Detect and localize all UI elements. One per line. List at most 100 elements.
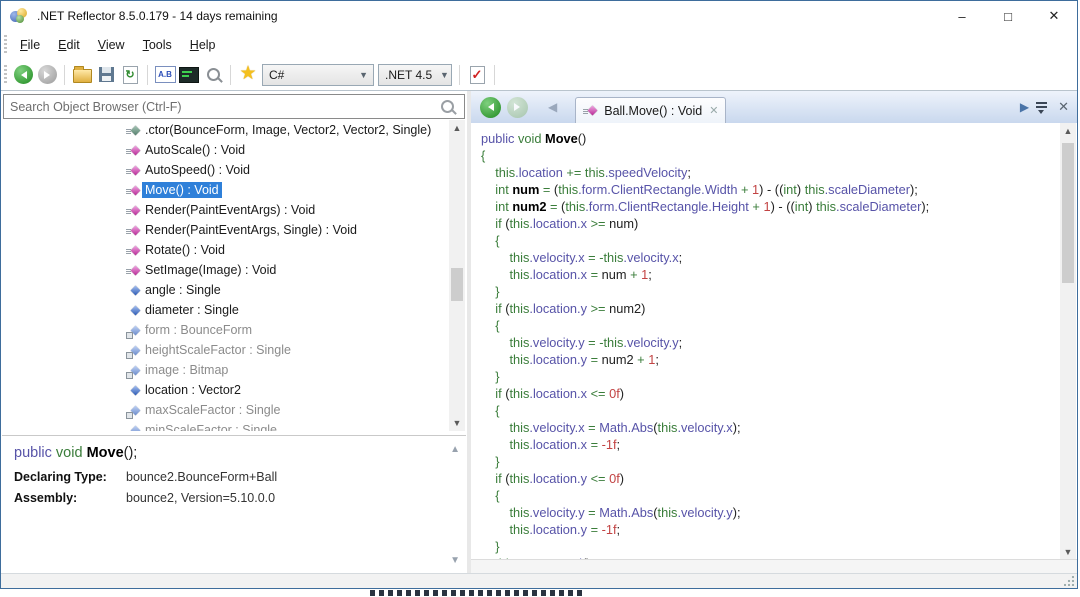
scroll-up-icon[interactable]: ▲	[450, 444, 460, 455]
tree-item[interactable]: Render(PaintEventArgs, Single) : Void	[2, 220, 466, 240]
menu-edit[interactable]: Edit	[49, 35, 89, 55]
scroll-down-icon[interactable]: ▼	[449, 415, 465, 431]
title-bar: .NET Reflector 8.5.0.179 - 14 days remai…	[1, 1, 1077, 31]
rename-button[interactable]: A.B	[153, 63, 177, 87]
favorites-star-icon: ★	[239, 64, 256, 83]
disassembler-button[interactable]	[177, 63, 201, 87]
tree-scrollbar-thumb[interactable]	[451, 268, 463, 301]
tree-item[interactable]: .ctor(BounceForm, Image, Vector2, Vector…	[2, 120, 466, 140]
menu-help[interactable]: Help	[181, 35, 225, 55]
app-window: .NET Reflector 8.5.0.179 - 14 days remai…	[0, 0, 1078, 589]
menu-view[interactable]: View	[89, 35, 134, 55]
scroll-up-icon[interactable]: ▲	[1060, 123, 1076, 139]
decompiled-source[interactable]: public void Move(){ this.location += thi…	[471, 123, 1077, 560]
maximize-button[interactable]: □	[985, 1, 1031, 31]
rename-ab-icon: A.B	[155, 66, 176, 83]
tree-item-label: Render(PaintEventArgs, Single) : Void	[142, 222, 360, 238]
declaring-type-label: Declaring Type:	[14, 470, 126, 484]
toolbar-separator	[230, 65, 231, 85]
open-button[interactable]	[70, 63, 94, 87]
search-input[interactable]: Search Object Browser (Ctrl-F)	[3, 94, 465, 119]
tree-item[interactable]: diameter : Single	[2, 300, 466, 320]
code-line: {	[481, 232, 1077, 249]
tree-item-label: AutoScale() : Void	[142, 142, 248, 158]
nav-forward-button[interactable]	[507, 97, 528, 118]
toolbar-grip[interactable]	[4, 65, 7, 85]
declaring-type-value: bounce2.BounceForm+Ball	[126, 470, 277, 484]
field-icon	[126, 383, 142, 398]
favorites-button[interactable]: ★	[236, 63, 260, 87]
check-updates-button[interactable]: ✓	[465, 63, 489, 87]
code-line: int num2 = (this.form.ClientRectangle.He…	[481, 198, 1077, 215]
code-line: }	[481, 368, 1077, 385]
minimize-button[interactable]: –	[939, 1, 985, 31]
tree-item[interactable]: Render(PaintEventArgs) : Void	[2, 200, 466, 220]
code-line: if (this.location.x <= 0f)	[481, 385, 1077, 402]
object-browser-panel: Search Object Browser (Ctrl-F) .ctor(Bou…	[1, 91, 467, 574]
tree-item[interactable]: AutoScale() : Void	[2, 140, 466, 160]
tab-ball-move[interactable]: Ball.Move() : Void ✕	[575, 97, 726, 123]
menubar-grip[interactable]	[4, 35, 7, 55]
tree-item[interactable]: location : Vector2	[2, 380, 466, 400]
forward-button[interactable]	[35, 63, 59, 87]
tree-item[interactable]: Move() : Void	[2, 180, 466, 200]
member-details-panel: public void Move(); Declaring Type: boun…	[2, 435, 466, 574]
assembly-label: Assembly:	[14, 491, 126, 505]
menu-tools[interactable]: Tools	[134, 35, 181, 55]
method-icon	[126, 243, 142, 258]
code-line: {	[481, 317, 1077, 334]
framework-value: .NET 4.5	[379, 68, 435, 82]
menu-file[interactable]: File	[11, 35, 49, 55]
code-line: public void Move()	[481, 130, 1077, 147]
language-select[interactable]: C# ▼	[262, 64, 374, 86]
back-button[interactable]	[11, 63, 35, 87]
chevron-down-icon: ▼	[354, 70, 373, 80]
framework-select[interactable]: .NET 4.5 ▼	[378, 64, 452, 86]
tree-item-label: image : Bitmap	[142, 362, 231, 378]
menu-bar: FileEditViewToolsHelp	[1, 31, 1077, 59]
refresh-button[interactable]: ↻	[118, 63, 142, 87]
method-icon	[126, 263, 142, 278]
scroll-up-icon[interactable]: ▲	[449, 120, 465, 136]
window-title: .NET Reflector 8.5.0.179 - 14 days remai…	[37, 9, 278, 23]
code-scrollbar-thumb[interactable]	[1062, 143, 1074, 283]
tree-item[interactable]: minScaleFactor : Single	[2, 420, 466, 431]
code-line: }	[481, 538, 1077, 555]
close-button[interactable]: ✕	[1031, 1, 1077, 31]
declaring-type-row: Declaring Type: bounce2.BounceForm+Ball	[14, 470, 454, 484]
code-scrollbar[interactable]: ▲ ▼	[1060, 123, 1076, 560]
tab-list-menu-icon[interactable]	[1035, 101, 1048, 113]
code-viewer[interactable]: public void Move(){ this.location += thi…	[471, 123, 1077, 560]
tree-item[interactable]: form : BounceForm	[2, 320, 466, 340]
tab-close-icon[interactable]: ✕	[709, 104, 718, 117]
nav-back-button[interactable]	[480, 97, 501, 118]
tree-item[interactable]: angle : Single	[2, 280, 466, 300]
tree-item[interactable]: AutoSpeed() : Void	[2, 160, 466, 180]
tree-item-label: minScaleFactor : Single	[142, 422, 280, 431]
code-panel-footer	[471, 559, 1077, 574]
tree-item-label: AutoSpeed() : Void	[142, 162, 253, 178]
tree-item[interactable]: heightScaleFactor : Single	[2, 340, 466, 360]
code-line: if (this.location.y <= 0f)	[481, 470, 1077, 487]
tab-scroll-right-icon[interactable]: ▶	[1014, 100, 1035, 114]
tree-item[interactable]: SetImage(Image) : Void	[2, 260, 466, 280]
tree-item[interactable]: image : Bitmap	[2, 360, 466, 380]
tree-scrollbar[interactable]: ▲ ▼	[449, 120, 465, 431]
tree-item[interactable]: Rotate() : Void	[2, 240, 466, 260]
tab-scroll-left-icon[interactable]: ◀	[542, 100, 563, 114]
scroll-down-icon[interactable]: ▼	[1060, 544, 1076, 560]
search-button[interactable]	[201, 63, 225, 87]
tree-item[interactable]: maxScaleFactor : Single	[2, 400, 466, 420]
save-icon	[99, 67, 114, 82]
chevron-down-icon: ▼	[435, 70, 454, 80]
close-tab-group-icon[interactable]: ✕	[1058, 99, 1069, 115]
tree-item-label: maxScaleFactor : Single	[142, 402, 283, 418]
toolbar-separator	[494, 65, 495, 85]
resize-grip[interactable]	[1064, 576, 1074, 586]
code-line: }	[481, 283, 1077, 300]
code-line: this.location.y = -1f;	[481, 521, 1077, 538]
tree-item-label: .ctor(BounceForm, Image, Vector2, Vector…	[142, 122, 434, 138]
object-tree[interactable]: .ctor(BounceForm, Image, Vector2, Vector…	[2, 120, 466, 431]
scroll-down-icon[interactable]: ▼	[450, 555, 460, 566]
save-button[interactable]	[94, 63, 118, 87]
